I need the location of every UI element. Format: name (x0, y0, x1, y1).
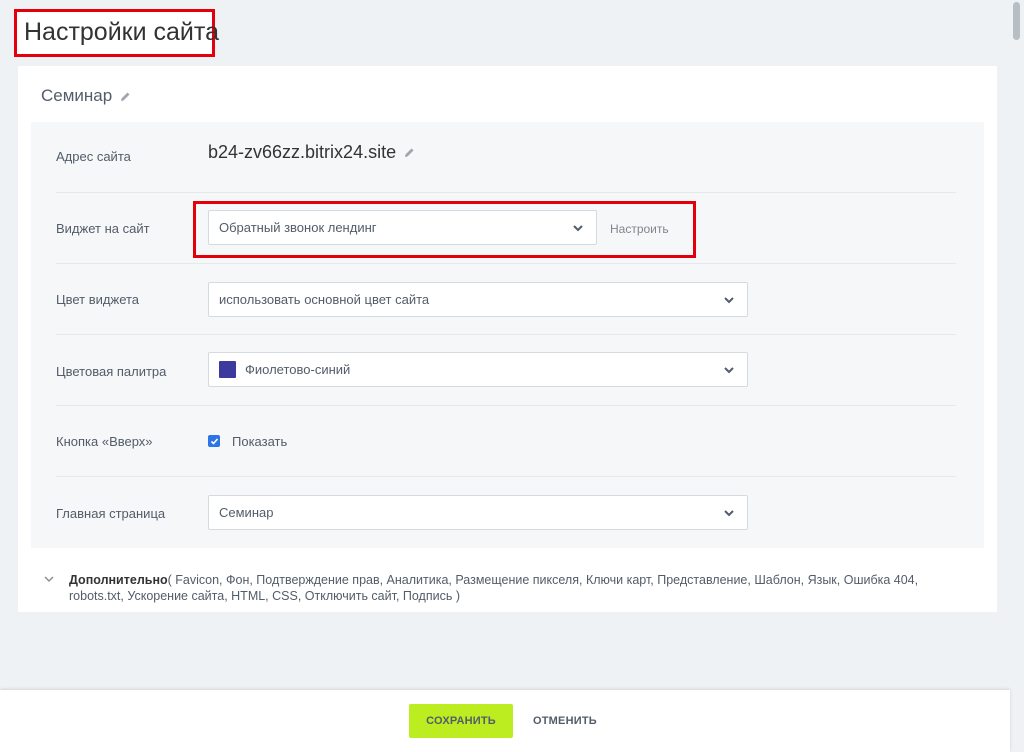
chevron-down-icon[interactable] (43, 574, 55, 584)
row-widget-color: Цвет виджета использовать основной цвет … (56, 264, 956, 335)
home-page-label: Главная страница (56, 506, 166, 521)
color-palette-select[interactable]: Фиолетово-синий (208, 352, 748, 387)
widget-color-select-value: использовать основной цвет сайта (219, 292, 430, 307)
site-name-header: Семинар (41, 86, 131, 106)
cancel-button[interactable]: ОТМЕНИТЬ (533, 704, 597, 738)
pencil-icon[interactable] (120, 91, 131, 102)
pencil-icon[interactable] (404, 147, 415, 158)
scrollbar-thumb[interactable] (1013, 2, 1020, 40)
widget-color-label: Цвет виджета (56, 292, 140, 307)
widget-label: Виджет на сайт (56, 221, 150, 236)
show-up-button-label[interactable]: Показать (232, 434, 287, 449)
additional-settings-title[interactable]: Дополнительно (69, 573, 168, 587)
checkmark-icon (210, 437, 218, 445)
up-button-label: Кнопка «Вверх» (56, 434, 153, 449)
row-up-button: Кнопка «Вверх» Показать (56, 406, 956, 477)
additional-settings-items: ( Favicon, Фон, Подтверждение прав, Анал… (69, 573, 919, 603)
settings-card: Семинар Адрес сайта b24-zv66zz.bitrix24.… (18, 66, 997, 612)
settings-panel: Адрес сайта b24-zv66zz.bitrix24.site Вид… (31, 122, 984, 548)
widget-highlight-box (193, 201, 696, 258)
chevron-down-icon (724, 367, 734, 374)
row-color-palette: Цветовая палитра Фиолетово-синий (56, 335, 956, 406)
widget-color-select[interactable]: использовать основной цвет сайта (208, 282, 748, 317)
show-up-button-checkbox[interactable] (208, 435, 220, 447)
footer-bar: СОХРАНИТЬ ОТМЕНИТЬ (0, 690, 1010, 752)
color-palette-label: Цветовая палитра (56, 364, 167, 379)
site-address-label: Адрес сайта (56, 149, 131, 164)
chevron-down-icon (724, 510, 734, 517)
home-page-select-value: Семинар (219, 505, 274, 520)
additional-settings-text[interactable]: Дополнительно( Favicon, Фон, Подтвержден… (69, 572, 969, 604)
save-button[interactable]: СОХРАНИТЬ (409, 704, 513, 738)
palette-swatch (219, 361, 236, 378)
site-domain-value: b24-zv66zz.bitrix24.site (208, 142, 397, 162)
site-domain: b24-zv66zz.bitrix24.site (208, 142, 415, 163)
row-home-page: Главная страница Семинар (56, 477, 956, 548)
page-title: Настройки сайта (14, 9, 219, 57)
home-page-select[interactable]: Семинар (208, 495, 748, 530)
row-site-address: Адрес сайта b24-zv66zz.bitrix24.site (56, 122, 956, 193)
page-scrollbar[interactable] (1010, 0, 1024, 690)
chevron-down-icon (724, 297, 734, 304)
site-name: Семинар (41, 86, 113, 105)
color-palette-select-value: Фиолетово-синий (245, 362, 351, 377)
